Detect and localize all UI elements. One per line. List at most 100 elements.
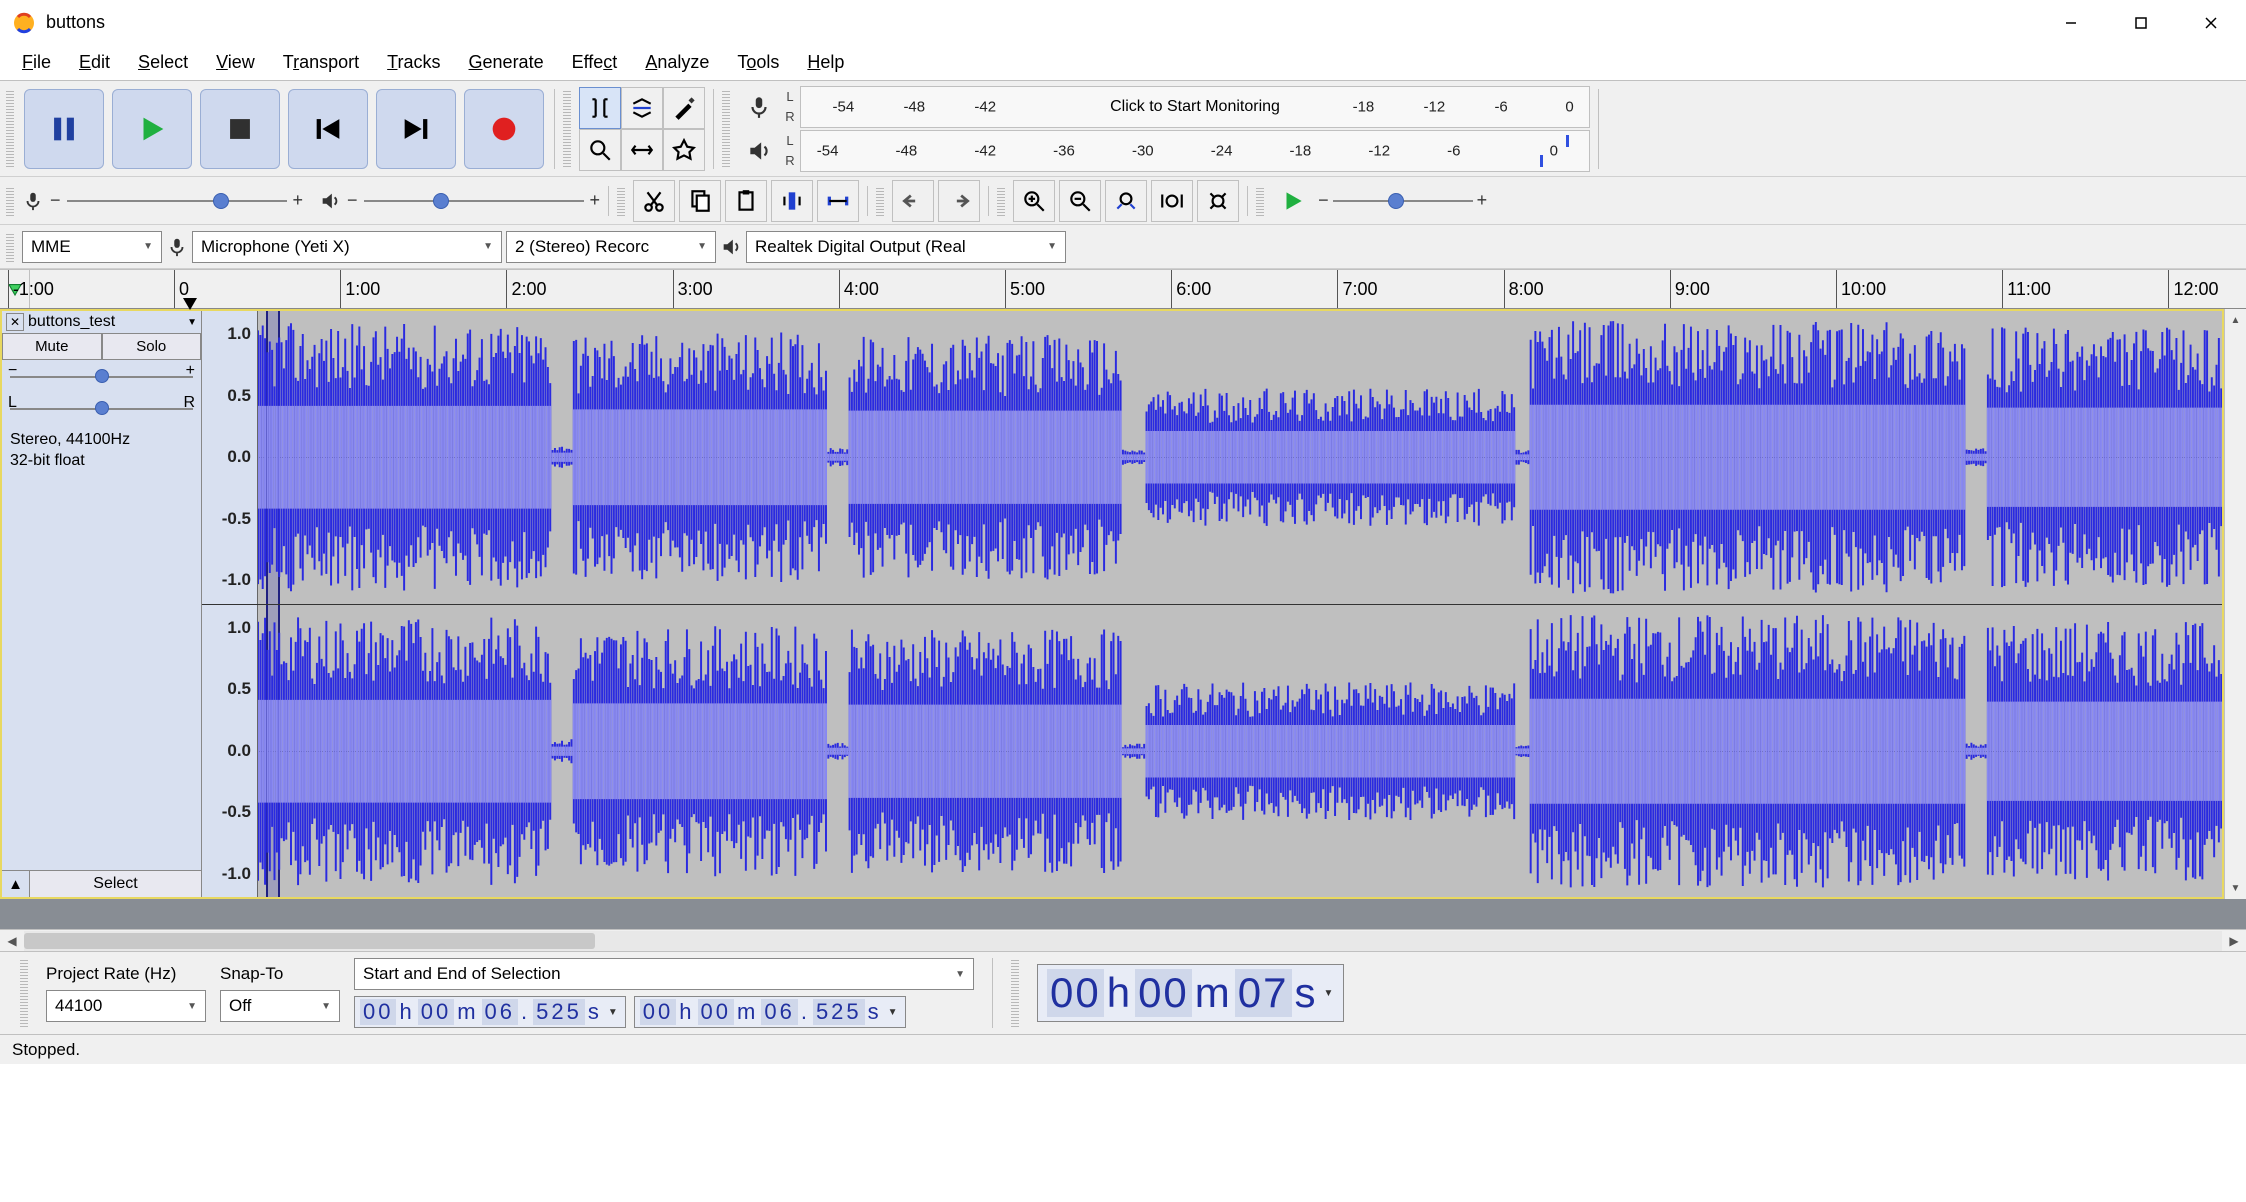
mute-button[interactable]: Mute <box>2 333 102 360</box>
toolbar-grip[interactable] <box>563 89 571 169</box>
copy-button[interactable] <box>679 180 721 222</box>
toolbar-grip[interactable] <box>6 186 14 216</box>
minus-label: − <box>1318 190 1329 211</box>
play-speed-slider[interactable] <box>1333 191 1473 211</box>
menu-view[interactable]: View <box>202 46 269 79</box>
audio-position-time[interactable]: 00h 00m 07s ▼ <box>1037 964 1344 1022</box>
speaker-meter-icon[interactable] <box>738 130 780 172</box>
pause-button[interactable] <box>24 89 104 169</box>
toolbar-grip[interactable] <box>6 232 14 262</box>
menu-select[interactable]: Select <box>124 46 202 79</box>
minus-label: − <box>50 190 61 211</box>
timeshift-tool[interactable] <box>621 129 663 171</box>
playback-meter[interactable]: -54 -48 -42 -36 -30 -24 -18 -12 -6 0 <box>800 130 1590 172</box>
close-button[interactable] <box>2176 0 2246 45</box>
selection-start-time[interactable]: 00h 00m 06. 525s ▼ <box>354 996 626 1028</box>
track-close-button[interactable]: ✕ <box>6 313 24 331</box>
track-select-button[interactable]: Select <box>30 871 201 897</box>
record-button[interactable] <box>464 89 544 169</box>
meter-lr-label: LR <box>782 87 798 127</box>
silence-button[interactable] <box>817 180 859 222</box>
undo-button[interactable] <box>892 180 934 222</box>
menu-edit[interactable]: Edit <box>65 46 124 79</box>
play-button[interactable] <box>112 89 192 169</box>
envelope-tool[interactable] <box>621 87 663 129</box>
menu-file[interactable]: File <box>8 46 65 79</box>
menu-tracks[interactable]: Tracks <box>373 46 454 79</box>
minimize-button[interactable] <box>2036 0 2106 45</box>
stop-button[interactable] <box>200 89 280 169</box>
zoom-out-button[interactable] <box>1059 180 1101 222</box>
waveform-right[interactable] <box>258 605 2222 898</box>
menubar: File Edit Select View Transport Tracks G… <box>0 45 2246 80</box>
track-menu-button[interactable]: ▼ <box>187 317 197 328</box>
recording-meter[interactable]: -54 -48 -42 Click to Start Monitoring -1… <box>800 86 1590 128</box>
selection-tool[interactable] <box>579 87 621 129</box>
toolbar-grip[interactable] <box>1011 958 1019 1028</box>
toolbar-grip[interactable] <box>20 958 28 1028</box>
minus-label: − <box>347 190 358 211</box>
statusbar: Stopped. <box>0 1034 2246 1064</box>
snap-to-combo[interactable]: Off▼ <box>220 990 340 1022</box>
recording-volume-slider[interactable] <box>67 191 287 211</box>
project-rate-label: Project Rate (Hz) <box>46 964 206 984</box>
plus-label: + <box>1477 190 1488 211</box>
recording-device-combo[interactable]: Microphone (Yeti X)▼ <box>192 231 502 263</box>
skip-end-button[interactable] <box>376 89 456 169</box>
trim-button[interactable] <box>771 180 813 222</box>
track-area: ✕ buttons_test ▼ Mute Solo − + L R Stere… <box>0 309 2224 899</box>
playback-volume-slider[interactable] <box>364 191 584 211</box>
draw-tool[interactable] <box>663 87 705 129</box>
multi-tool[interactable] <box>663 129 705 171</box>
toolbar-grip[interactable] <box>617 186 625 216</box>
selection-end-time[interactable]: 00h 00m 06. 525s ▼ <box>634 996 906 1028</box>
vertical-scrollbar[interactable]: ▲ ▼ <box>2224 309 2246 899</box>
peak-indicator <box>1566 135 1569 147</box>
recording-channels-combo[interactable]: 2 (Stereo) Recorc▼ <box>506 231 716 263</box>
toolbar-grip[interactable] <box>876 186 884 216</box>
toolbar-grip[interactable] <box>6 89 14 169</box>
horizontal-scrollbar[interactable]: ◀ ▶ <box>0 929 2246 951</box>
selection-mode-combo[interactable]: Start and End of Selection▼ <box>354 958 974 990</box>
collapse-button[interactable]: ▲ <box>2 871 30 897</box>
track-name[interactable]: buttons_test <box>28 313 183 331</box>
meter-lr-label: LR <box>782 131 798 171</box>
snap-to-label: Snap-To <box>220 964 340 984</box>
project-rate-combo[interactable]: 44100▼ <box>46 990 206 1022</box>
audio-host-combo[interactable]: MME▼ <box>22 231 162 263</box>
fit-selection-button[interactable] <box>1105 180 1147 222</box>
menu-analyze[interactable]: Analyze <box>631 46 723 79</box>
redo-button[interactable] <box>938 180 980 222</box>
mic-meter-icon[interactable] <box>738 86 780 128</box>
menu-effect[interactable]: Effect <box>558 46 632 79</box>
gain-slider[interactable]: − + <box>10 364 193 388</box>
fit-project-button[interactable] <box>1151 180 1193 222</box>
pan-slider[interactable]: L R <box>10 396 193 420</box>
mic-icon <box>166 236 188 258</box>
timeline-ruler[interactable]: -1:0001:002:003:004:005:006:007:008:009:… <box>0 269 2246 309</box>
menu-help[interactable]: Help <box>793 46 858 79</box>
play-at-speed-button[interactable] <box>1272 180 1314 222</box>
menu-generate[interactable]: Generate <box>455 46 558 79</box>
skip-start-button[interactable] <box>288 89 368 169</box>
zoom-tool[interactable] <box>579 129 621 171</box>
titlebar: buttons <box>0 0 2246 45</box>
status-text: Stopped. <box>12 1040 80 1060</box>
maximize-button[interactable] <box>2106 0 2176 45</box>
toolbar-grip[interactable] <box>1256 186 1264 216</box>
selection-toolbar: Project Rate (Hz) 44100▼ Snap-To Off▼ St… <box>0 951 2246 1034</box>
plus-label: + <box>590 190 601 211</box>
menu-transport[interactable]: Transport <box>269 46 373 79</box>
waveform-left[interactable] <box>258 311 2222 604</box>
playback-device-combo[interactable]: Realtek Digital Output (Real▼ <box>746 231 1066 263</box>
paste-button[interactable] <box>725 180 767 222</box>
zoom-in-button[interactable] <box>1013 180 1055 222</box>
app-icon <box>12 11 36 35</box>
toolbar-grip[interactable] <box>722 89 730 169</box>
solo-button[interactable]: Solo <box>102 333 202 360</box>
speaker-icon <box>720 236 742 258</box>
zoom-toggle-button[interactable] <box>1197 180 1239 222</box>
toolbar-grip[interactable] <box>997 186 1005 216</box>
menu-tools[interactable]: Tools <box>723 46 793 79</box>
cut-button[interactable] <box>633 180 675 222</box>
